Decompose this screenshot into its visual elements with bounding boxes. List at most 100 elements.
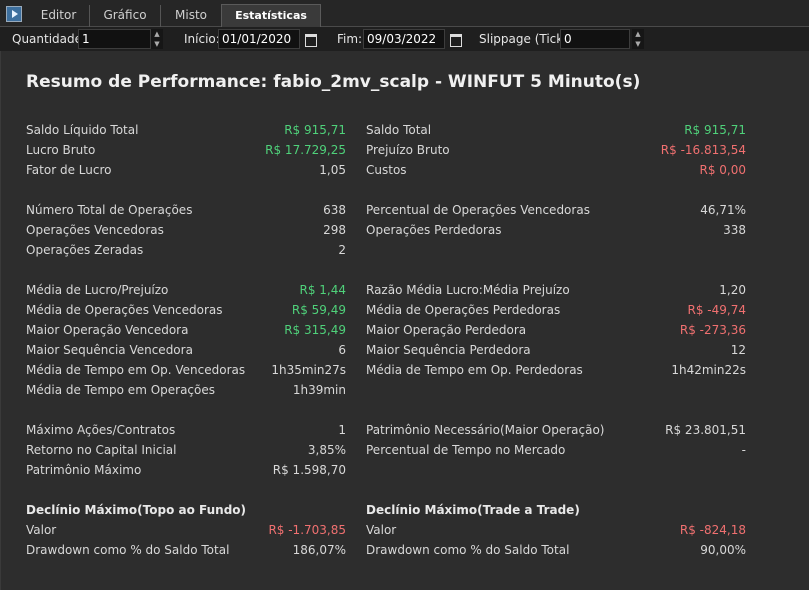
- slippage-stepper[interactable]: ▲ ▼: [632, 29, 644, 49]
- stat-value: 186,07%: [292, 543, 346, 557]
- stat-row: Patrimônio Máximo R$ 1.598,70: [26, 460, 346, 480]
- stat-value: R$ -49,74: [687, 303, 746, 317]
- stat-row: Saldo Total R$ 915,71: [366, 120, 746, 140]
- stat-label: Média de Operações Vencedoras: [26, 303, 223, 317]
- stat-value: 90,00%: [700, 543, 746, 557]
- stat-row: Percentual de Operações Vencedoras 46,71%: [366, 200, 746, 220]
- stat-label: Drawdown como % do Saldo Total: [26, 543, 230, 557]
- stat-label: Percentual de Operações Vencedoras: [366, 203, 590, 217]
- stat-row: Média de Lucro/Prejuízo R$ 1,44: [26, 280, 346, 300]
- stat-label: Patrimônio Necessário(Maior Operação): [366, 423, 605, 437]
- stat-label: Saldo Líquido Total: [26, 123, 139, 137]
- stat-label: Retorno no Capital Inicial: [26, 443, 177, 457]
- stat-row: Retorno no Capital Inicial 3,85%: [26, 440, 346, 460]
- stat-row: Média de Operações Perdedoras R$ -49,74: [366, 300, 746, 320]
- quantidade-stepper[interactable]: ▲ ▼: [151, 29, 163, 49]
- stat-label: Média de Tempo em Op. Perdedoras: [366, 363, 583, 377]
- calendar-icon[interactable]: [304, 30, 318, 47]
- tab-editor[interactable]: Editor: [28, 5, 90, 27]
- stat-value: 1,05: [319, 163, 346, 177]
- stat-value: 2: [338, 243, 346, 257]
- stat-value: -: [741, 443, 746, 457]
- inicio-date-input[interactable]: 01/01/2020: [218, 29, 300, 49]
- slippage-input[interactable]: 0: [560, 29, 630, 49]
- stat-row: Média de Operações Vencedoras R$ 59,49: [26, 300, 346, 320]
- stat-label: Lucro Bruto: [26, 143, 96, 157]
- spin-down-icon[interactable]: ▼: [632, 39, 644, 49]
- stat-row: Razão Média Lucro:Média Prejuízo 1,20: [366, 280, 746, 300]
- stat-row: Número Total de Operações 638: [26, 200, 346, 220]
- stat-label: Operações Perdedoras: [366, 223, 502, 237]
- stat-label: Valor: [26, 523, 57, 537]
- stat-label: Média de Tempo em Operações: [26, 383, 215, 397]
- stat-label: Percentual de Tempo no Mercado: [366, 443, 566, 457]
- stat-label: Prejuízo Bruto: [366, 143, 450, 157]
- stat-row: Operações Vencedoras 298: [26, 220, 346, 240]
- tab-misto[interactable]: Misto: [161, 5, 221, 27]
- stat-label: Operações Vencedoras: [26, 223, 164, 237]
- stat-row: Valor R$ -824,18: [366, 520, 746, 540]
- parameters-bar: Quantidade: 1 ▲ ▼ Início: 01/01/2020 Fim…: [0, 27, 809, 51]
- stat-value: R$ -273,36: [679, 323, 746, 337]
- tab-estatisticas[interactable]: Estatísticas: [221, 4, 321, 28]
- spin-up-icon[interactable]: ▲: [632, 29, 644, 39]
- stat-value: R$ 915,71: [684, 123, 746, 137]
- stat-value: R$ -1.703,85: [268, 523, 346, 537]
- stat-value: 1,20: [719, 283, 746, 297]
- stat-value: R$ 59,49: [291, 303, 346, 317]
- stat-label: Média de Operações Perdedoras: [366, 303, 561, 317]
- stat-row: Maior Sequência Perdedora 12: [366, 340, 746, 360]
- stat-row: Maior Operação Perdedora R$ -273,36: [366, 320, 746, 340]
- stat-value: 1: [338, 423, 346, 437]
- inicio-label: Início:: [184, 32, 220, 46]
- stat-value: R$ 1,44: [299, 283, 346, 297]
- stat-label: Saldo Total: [366, 123, 432, 137]
- stat-label: Maior Sequência Vencedora: [26, 343, 193, 357]
- stat-row: Máximo Ações/Contratos 1: [26, 420, 346, 440]
- stat-value: R$ 23.801,51: [665, 423, 746, 437]
- quantidade-input[interactable]: 1: [78, 29, 151, 49]
- stat-row: Valor R$ -1.703,85: [26, 520, 346, 540]
- stat-row: Drawdown como % do Saldo Total 90,00%: [366, 540, 746, 560]
- stat-label: Média de Tempo em Op. Vencedoras: [26, 363, 246, 377]
- stat-label: Fator de Lucro: [26, 163, 112, 177]
- fim-label: Fim:: [337, 32, 363, 46]
- stat-label: Número Total de Operações: [26, 203, 193, 217]
- quantidade-label: Quantidade:: [12, 32, 87, 46]
- tab-bar: Editor Gráfico Misto Estatísticas: [0, 0, 809, 28]
- play-icon[interactable]: [6, 6, 22, 22]
- stat-label: Operações Zeradas: [26, 243, 144, 257]
- page-title: Resumo de Performance: fabio_2mv_scalp -…: [26, 72, 641, 92]
- stat-label: Máximo Ações/Contratos: [26, 423, 176, 437]
- stat-value: 1h42min22s: [671, 363, 746, 377]
- tab-grafico[interactable]: Gráfico: [90, 5, 161, 27]
- stat-row: Média de Tempo em Op. Vencedoras 1h35min2…: [26, 360, 346, 380]
- stat-row: Maior Operação Vencedora R$ 315,49: [26, 320, 346, 340]
- calendar-icon[interactable]: [449, 30, 463, 47]
- stat-row: Operações Perdedoras 338: [366, 220, 746, 240]
- stat-value: 46,71%: [700, 203, 746, 217]
- stat-row: Prejuízo Bruto R$ -16.813,54: [366, 140, 746, 160]
- spin-up-icon[interactable]: ▲: [151, 29, 163, 39]
- stat-row: Operações Zeradas 2: [26, 240, 346, 260]
- stat-row: Média de Tempo em Op. Perdedoras 1h42min2…: [366, 360, 746, 380]
- stat-label: Razão Média Lucro:Média Prejuízo: [366, 283, 570, 297]
- stat-label: Custos: [366, 163, 407, 177]
- stat-value: 12: [730, 343, 746, 357]
- fim-date-input[interactable]: 09/03/2022: [363, 29, 445, 49]
- stat-row: Fator de Lucro 1,05: [26, 160, 346, 180]
- performance-summary: Resumo de Performance: fabio_2mv_scalp -…: [0, 51, 809, 590]
- drawdown-left-heading: Declínio Máximo(Topo ao Fundo): [26, 503, 247, 517]
- stat-row: Média de Tempo em Operações 1h39min: [26, 380, 346, 400]
- stat-value: 6: [338, 343, 346, 357]
- stat-value: 298: [323, 223, 346, 237]
- drawdown-right-heading: Declínio Máximo(Trade a Trade): [366, 503, 580, 517]
- stat-value: R$ 1.598,70: [272, 463, 346, 477]
- stat-label: Maior Operação Perdedora: [366, 323, 527, 337]
- stat-label: Maior Operação Vencedora: [26, 323, 189, 337]
- stat-row: Saldo Líquido Total R$ 915,71: [26, 120, 346, 140]
- stat-value: 338: [723, 223, 746, 237]
- stat-label: Média de Lucro/Prejuízo: [26, 283, 169, 297]
- spin-down-icon[interactable]: ▼: [151, 39, 163, 49]
- stat-value: R$ 0,00: [699, 163, 746, 177]
